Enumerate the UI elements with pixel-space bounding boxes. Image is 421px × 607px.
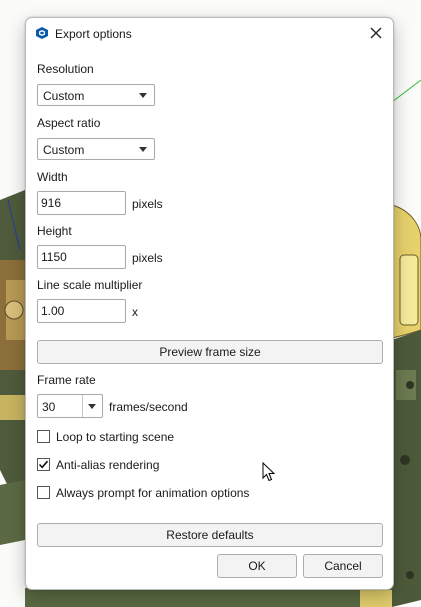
mouse-pointer-icon <box>262 462 276 482</box>
export-options-dialog: Export options Resolution Custom Aspect … <box>25 17 394 590</box>
height-unit: pixels <box>132 251 163 265</box>
close-icon <box>370 27 382 39</box>
antialias-checkbox[interactable] <box>37 458 50 471</box>
line-scale-input[interactable]: 1.00 <box>37 299 126 323</box>
line-scale-label: Line scale multiplier <box>37 278 143 292</box>
chevron-down-icon <box>139 93 147 98</box>
restore-defaults-button[interactable]: Restore defaults <box>37 523 383 547</box>
antialias-label[interactable]: Anti-alias rendering <box>56 458 159 472</box>
resolution-select[interactable]: Custom <box>37 84 155 106</box>
width-label: Width <box>37 170 68 184</box>
frame-rate-label: Frame rate <box>37 373 96 387</box>
dialog-titlebar[interactable]: Export options <box>26 18 393 48</box>
frame-rate-select[interactable]: 30 <box>37 394 103 418</box>
chevron-down-icon <box>88 404 96 409</box>
resolution-value: Custom <box>43 89 85 103</box>
dialog-title: Export options <box>55 27 132 41</box>
cancel-button[interactable]: Cancel <box>303 554 383 578</box>
sketchup-icon <box>36 27 48 39</box>
ok-button[interactable]: OK <box>217 554 297 578</box>
height-input[interactable]: 1150 <box>37 245 126 269</box>
checkmark-icon <box>38 460 49 469</box>
width-unit: pixels <box>132 197 163 211</box>
frame-rate-value: 30 <box>42 400 56 414</box>
loop-label[interactable]: Loop to starting scene <box>56 430 174 444</box>
preview-frame-size-button[interactable]: Preview frame size <box>37 340 383 364</box>
combo-divider <box>82 395 83 417</box>
prompt-checkbox[interactable] <box>37 486 50 499</box>
resolution-label: Resolution <box>37 62 94 76</box>
height-label: Height <box>37 224 72 238</box>
width-input[interactable]: 916 <box>37 191 126 215</box>
loop-checkbox[interactable] <box>37 430 50 443</box>
aspect-ratio-label: Aspect ratio <box>37 116 101 130</box>
chevron-down-icon <box>139 147 147 152</box>
close-button[interactable] <box>365 22 387 44</box>
prompt-label[interactable]: Always prompt for animation options <box>56 486 249 500</box>
aspect-ratio-select[interactable]: Custom <box>37 138 155 160</box>
line-scale-unit: x <box>132 305 138 319</box>
frame-rate-unit: frames/second <box>109 400 188 414</box>
aspect-ratio-value: Custom <box>43 143 85 157</box>
